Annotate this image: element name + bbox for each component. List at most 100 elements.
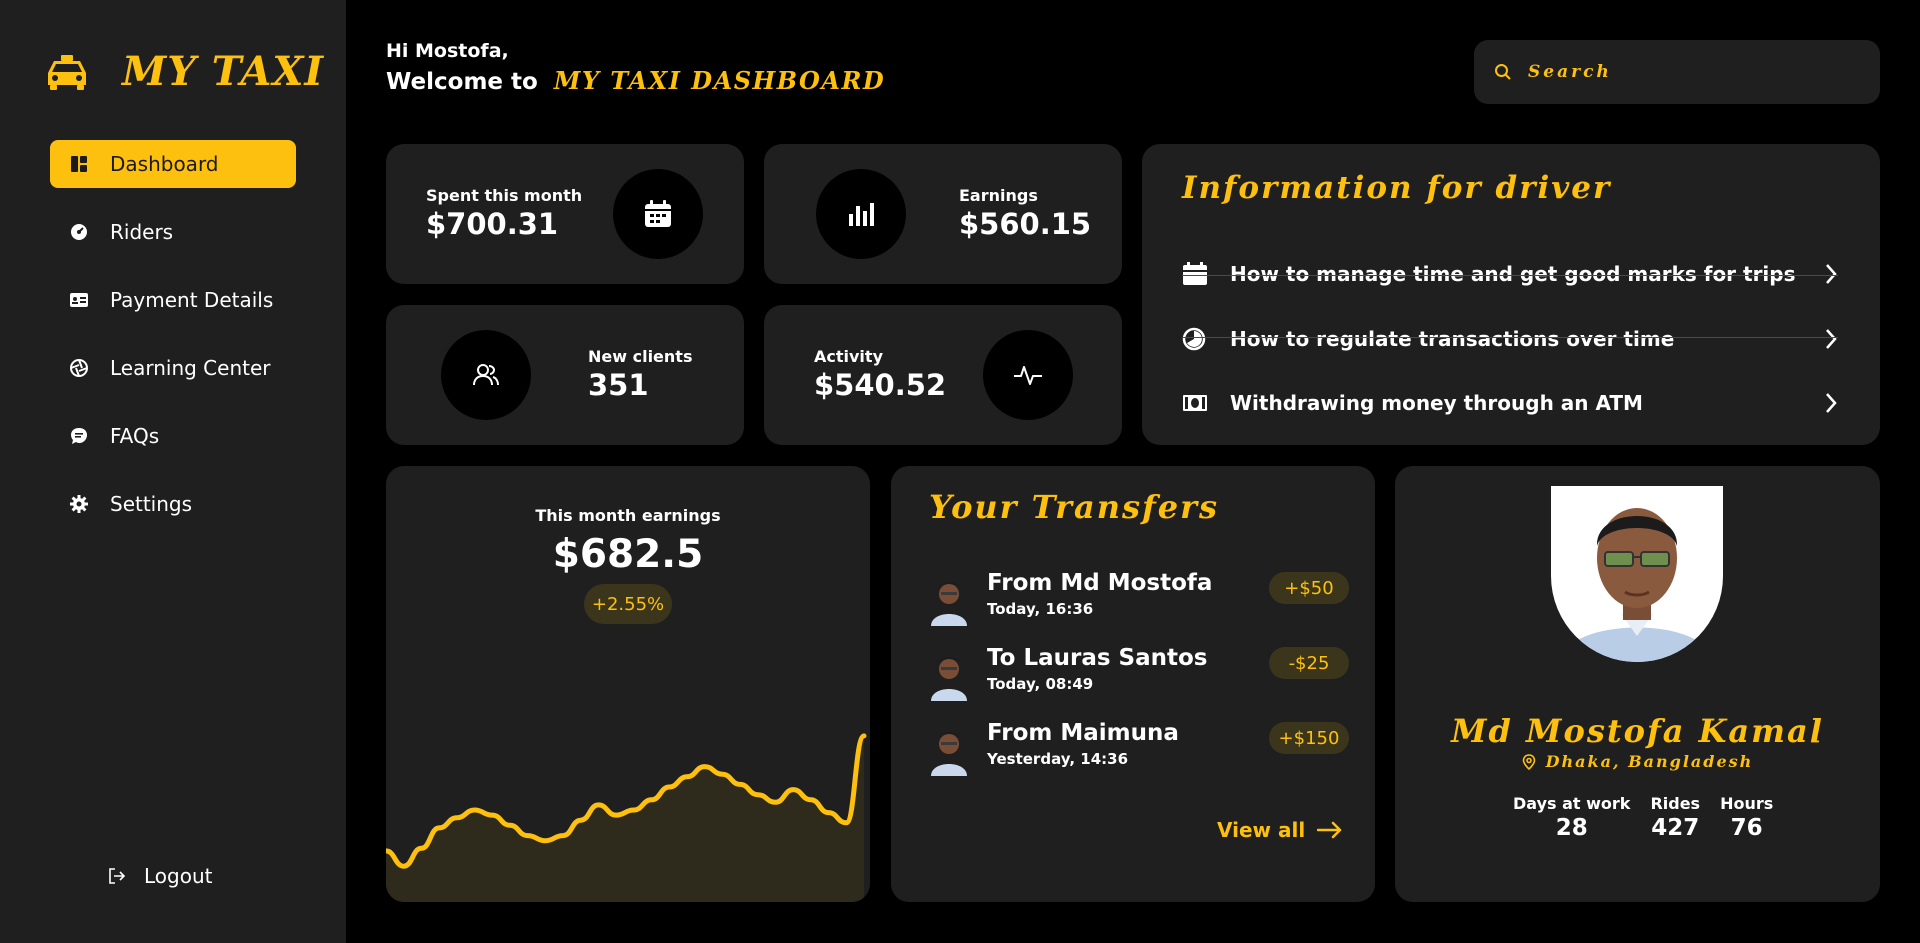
- profile-stat-label: Rides: [1650, 794, 1701, 813]
- pie-icon: [1182, 327, 1206, 351]
- view-all-link[interactable]: View all: [1217, 818, 1343, 842]
- logo[interactable]: MY TAXI: [46, 48, 324, 95]
- logout-icon: [109, 868, 126, 884]
- profile-stat-value: 28: [1555, 815, 1588, 841]
- transfer-time: Yesterday, 14:36: [987, 750, 1129, 768]
- dashboard-icon: [71, 156, 87, 172]
- profile-stat-value: 427: [1651, 815, 1700, 841]
- avatar: [931, 732, 967, 776]
- profile-location: Dhaka, Bangladesh: [1395, 752, 1880, 771]
- avatar: [931, 582, 967, 626]
- transfer-row[interactable]: From Maimuna Yesterday, 14:36 +$150: [929, 720, 1349, 776]
- greeting-welcome: Welcome to: [386, 69, 538, 95]
- sidebar-item-dashboard[interactable]: Dashboard: [50, 140, 296, 188]
- sidebar-item-payment-details[interactable]: Payment Details: [50, 276, 296, 324]
- profile-stat-value: 76: [1730, 815, 1763, 841]
- activity-circle: [983, 330, 1073, 420]
- stat-label: Earnings: [959, 186, 1038, 205]
- chart-circle: [816, 169, 906, 259]
- transfer-row[interactable]: To Lauras Santos Today, 08:49 -$25: [929, 645, 1349, 701]
- transfer-name: From Maimuna: [987, 720, 1179, 746]
- earnings-chart-card: This month earnings $682.5 +2.55%: [386, 466, 870, 902]
- profile-photo: [1551, 486, 1723, 662]
- earnings-change-badge: +2.55%: [584, 584, 672, 624]
- gauge-icon: [71, 224, 87, 240]
- earnings-value: $682.5: [552, 532, 704, 577]
- sidebar-item-label: Settings: [110, 492, 193, 516]
- greeting-brand: MY TAXI DASHBOARD: [553, 66, 886, 95]
- search-icon: [1495, 64, 1511, 80]
- profile-stat-days: Days at work 28: [1513, 794, 1630, 841]
- chevron-right-icon: [1826, 264, 1837, 284]
- calendar-icon: [1183, 262, 1207, 285]
- users-circle: [441, 330, 531, 420]
- profile-stats: Days at work 28 Rides 427 Hours 76: [1513, 794, 1793, 841]
- transfer-name: To Lauras Santos: [987, 645, 1208, 671]
- sidebar-item-riders[interactable]: Riders: [50, 208, 296, 256]
- id-card-icon: [70, 293, 88, 307]
- transfer-amount-badge: +$50: [1269, 572, 1349, 604]
- greeting: Hi Mostofa, Welcome to MY TAXI DASHBOARD: [386, 40, 885, 95]
- avatar: [931, 657, 967, 701]
- chat-icon: [71, 428, 87, 444]
- info-card: Information for driver How to manage tim…: [1142, 144, 1880, 445]
- activity-icon: [1014, 366, 1042, 385]
- brand-name: MY TAXI: [122, 48, 325, 95]
- transfer-name: From Md Mostofa: [987, 570, 1213, 596]
- transfers-title: Your Transfers: [929, 488, 1220, 526]
- users-icon: [473, 364, 499, 386]
- info-item-manage-time[interactable]: How to manage time and get good marks fo…: [1182, 242, 1838, 306]
- chevron-right-icon: [1826, 393, 1837, 413]
- sidebar-item-settings[interactable]: Settings: [50, 480, 296, 528]
- profile-name: Md Mostofa Kamal: [1451, 712, 1824, 750]
- info-item-atm[interactable]: Withdrawing money through an ATM: [1182, 371, 1838, 435]
- stat-value: $560.15: [959, 207, 1092, 241]
- stat-card-spent: Spent this month $700.31: [386, 144, 744, 284]
- search-input[interactable]: [1528, 62, 1848, 82]
- sidebar-item-label: Learning Center: [110, 356, 271, 380]
- cash-icon: [1183, 395, 1207, 411]
- stat-value: $540.52: [814, 368, 947, 402]
- profile-stat-rides: Rides 427: [1650, 794, 1700, 841]
- divider: [1182, 275, 1838, 276]
- stat-card-activity: Activity $540.52: [764, 305, 1122, 445]
- info-item-text: Withdrawing money through an ATM: [1230, 391, 1643, 415]
- bar-chart-icon: [849, 203, 874, 226]
- taxi-icon: [48, 54, 86, 90]
- location-pin-icon: [1522, 753, 1535, 770]
- info-item-text: How to manage time and get good marks fo…: [1230, 262, 1796, 286]
- sidebar: MY TAXI Dashboard Riders Payment Details…: [0, 0, 346, 943]
- stat-card-clients: New clients 351: [386, 305, 744, 445]
- info-item-transactions[interactable]: How to regulate transactions over time: [1182, 307, 1838, 371]
- profile-stat-label: Hours: [1720, 794, 1774, 813]
- earnings-label: This month earnings: [535, 506, 721, 525]
- aperture-icon: [70, 359, 88, 377]
- profile-location-text: Dhaka, Bangladesh: [1545, 752, 1754, 771]
- gear-icon: [70, 495, 88, 513]
- divider: [1182, 337, 1838, 338]
- logout-button[interactable]: Logout: [108, 864, 212, 888]
- sidebar-item-label: Payment Details: [110, 288, 274, 312]
- arrow-right-icon: [1317, 821, 1342, 839]
- profile-card: Md Mostofa Kamal Dhaka, Bangladesh Days …: [1395, 466, 1880, 902]
- stat-value: 351: [588, 368, 649, 402]
- calendar-icon: [645, 200, 671, 227]
- transfer-amount-badge: -$25: [1269, 647, 1349, 679]
- logout-label: Logout: [144, 864, 213, 888]
- profile-avatar: [1551, 486, 1723, 662]
- greeting-hi: Hi Mostofa,: [386, 40, 509, 62]
- transfer-time: Today, 08:49: [987, 675, 1094, 693]
- chevron-right-icon: [1826, 329, 1837, 349]
- sidebar-nav: Dashboard Riders Payment Details Learnin…: [50, 140, 296, 548]
- profile-stat-hours: Hours 76: [1720, 794, 1773, 841]
- search-box[interactable]: [1474, 40, 1880, 104]
- stat-value: $700.31: [426, 207, 559, 241]
- transfers-card: Your Transfers From Md Mostofa Today, 16…: [891, 466, 1375, 902]
- sidebar-item-faqs[interactable]: FAQs: [50, 412, 296, 460]
- info-item-text: How to regulate transactions over time: [1230, 327, 1675, 351]
- sidebar-item-learning-center[interactable]: Learning Center: [50, 344, 296, 392]
- sidebar-item-label: FAQs: [110, 424, 160, 448]
- stat-label: Spent this month: [426, 186, 583, 205]
- transfer-row[interactable]: From Md Mostofa Today, 16:36 +$50: [929, 570, 1349, 626]
- stat-label: New clients: [588, 347, 693, 366]
